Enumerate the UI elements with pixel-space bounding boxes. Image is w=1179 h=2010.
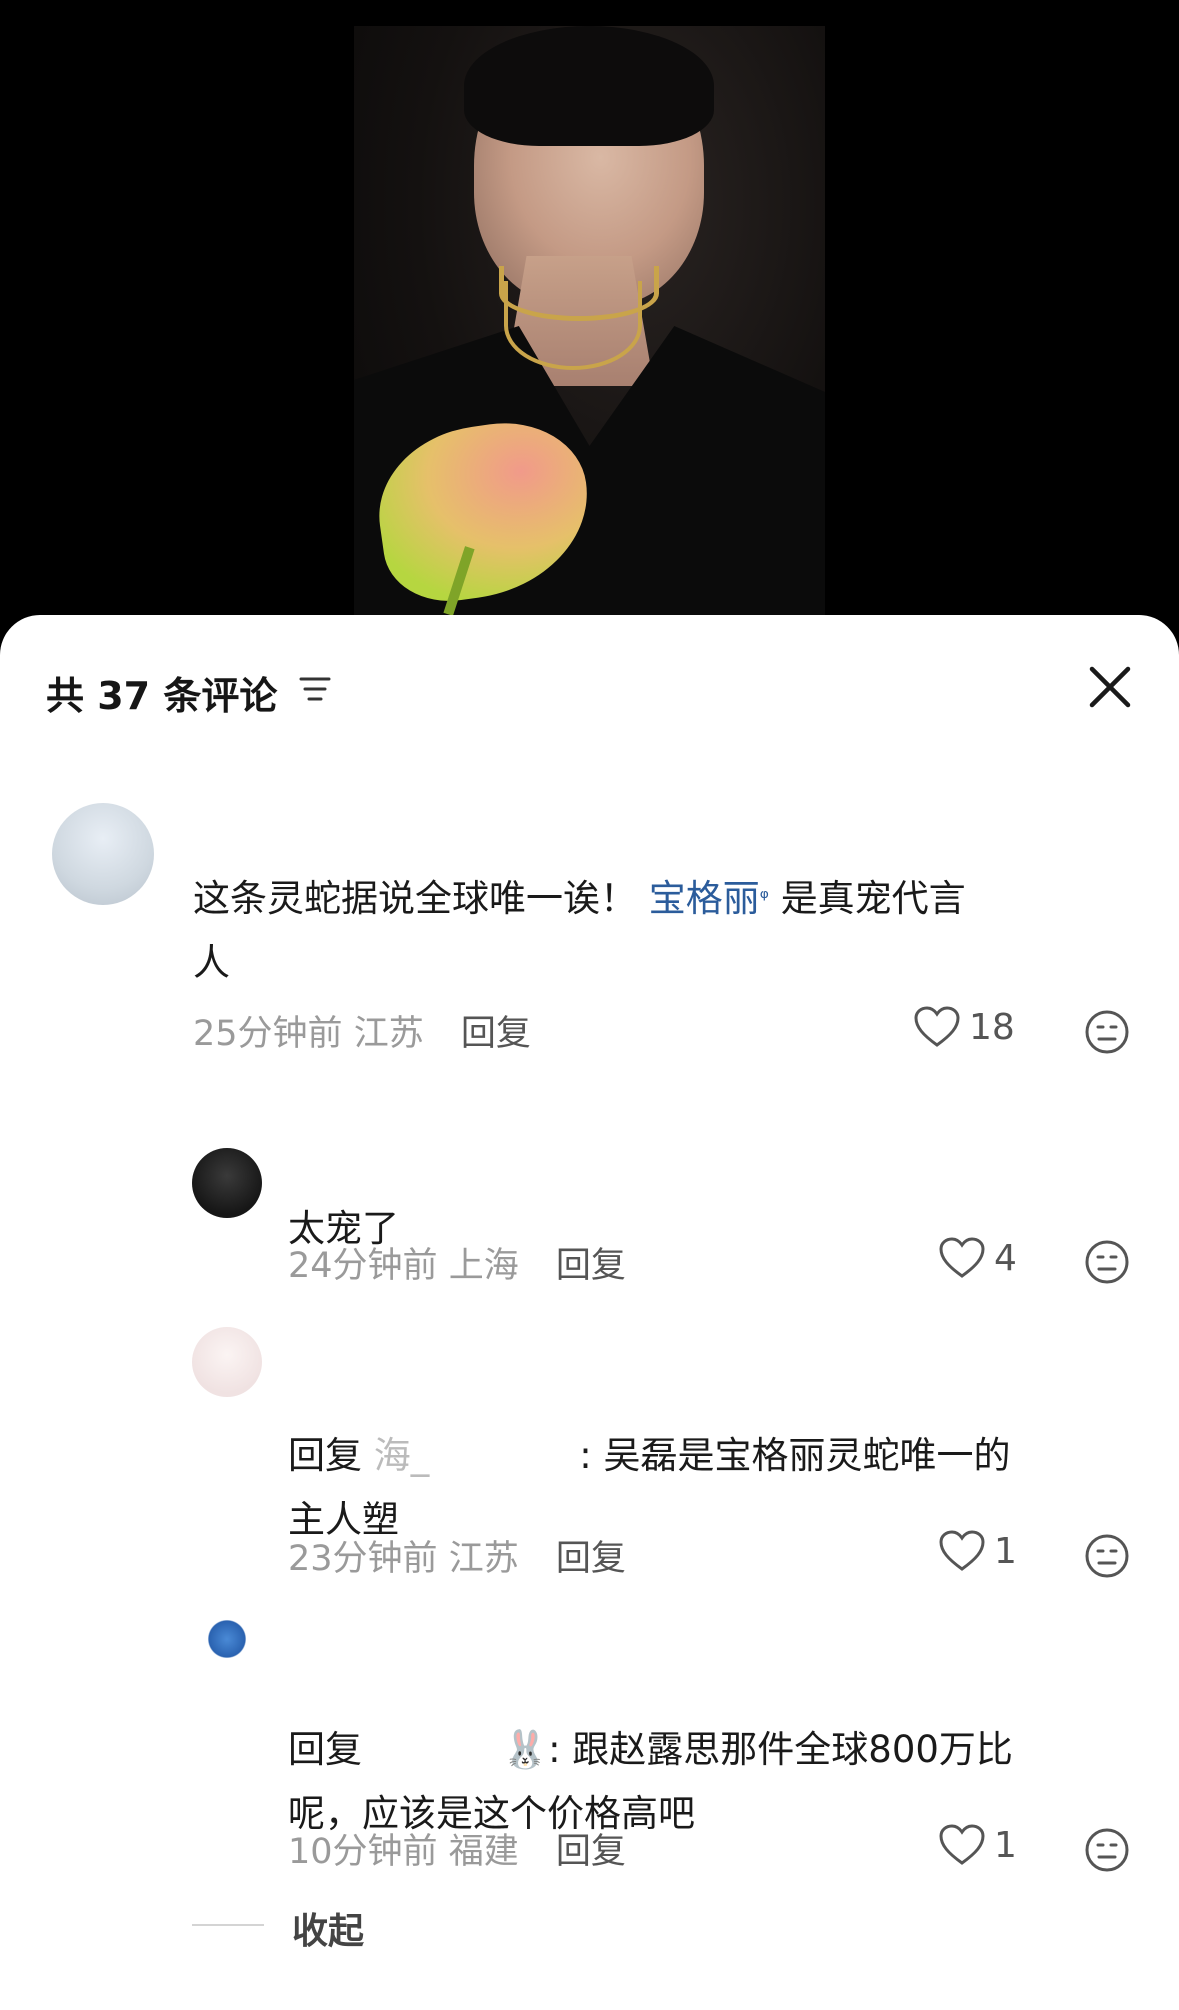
like-button[interactable]: 1 xyxy=(938,1529,1017,1573)
avatar[interactable] xyxy=(192,1327,262,1397)
like-button[interactable]: 1 xyxy=(938,1823,1017,1867)
comment-time: 24分钟前 xyxy=(288,1246,438,1286)
heart-outline-icon xyxy=(939,1530,985,1571)
close-icon[interactable] xyxy=(1082,659,1138,715)
heart-outline-icon xyxy=(939,1237,985,1278)
like-count: 4 xyxy=(994,1237,1017,1279)
reply-button[interactable]: 回复 xyxy=(461,1014,531,1054)
comment-location: 江苏 xyxy=(448,1539,519,1579)
comment-location: 上海 xyxy=(448,1246,519,1286)
meh-face-icon[interactable] xyxy=(1084,1827,1130,1873)
like-count: 1 xyxy=(994,1824,1017,1866)
like-count: 1 xyxy=(994,1530,1017,1572)
reply-button[interactable]: 回复 xyxy=(556,1539,626,1579)
heart-outline-icon xyxy=(939,1824,985,1865)
comment-meta: 10分钟前 福建 回复 xyxy=(288,1823,626,1874)
meh-face-icon[interactable] xyxy=(1084,1533,1130,1579)
comment-time: 10分钟前 xyxy=(288,1832,438,1872)
like-button[interactable]: 4 xyxy=(938,1236,1017,1280)
video-frame xyxy=(354,26,825,616)
reply-button[interactable]: 回复 xyxy=(556,1246,626,1286)
video-player[interactable] xyxy=(0,0,1179,640)
collapse-replies-button[interactable]: 收起 xyxy=(292,1902,364,1954)
avatar[interactable] xyxy=(192,1618,262,1688)
avatar[interactable] xyxy=(192,1148,262,1218)
comment-meta: 23分钟前 江苏 回复 xyxy=(288,1530,626,1581)
like-button[interactable]: 18 xyxy=(913,1005,1015,1049)
comment-meta: 25分钟前 江苏 回复 xyxy=(193,1005,531,1056)
comment-count-label: 共 37 条评论 xyxy=(46,674,278,718)
sort-lines-icon[interactable] xyxy=(297,673,333,705)
like-count: 18 xyxy=(969,1006,1015,1048)
collapse-divider xyxy=(192,1924,264,1926)
brand-link[interactable]: 宝格丽 xyxy=(649,877,760,920)
comment-meta: 24分钟前 上海 回复 xyxy=(288,1237,626,1288)
comment-location: 福建 xyxy=(448,1832,519,1872)
person-hair xyxy=(464,26,714,146)
comment-time: 25分钟前 xyxy=(193,1014,343,1054)
avatar[interactable] xyxy=(52,803,154,905)
comment-time: 23分钟前 xyxy=(288,1539,438,1579)
gold-necklace-lower xyxy=(504,281,642,370)
comment-text: 这条灵蛇据说全球唯一诶！ 宝格丽ᵠ 是真宠代言 人 xyxy=(193,877,966,984)
rabbit-emoji-icon: 🐰 xyxy=(502,1728,549,1771)
reply-to-username[interactable]: 海_ xyxy=(374,1434,430,1477)
search-icon: ᵠ xyxy=(759,886,769,911)
comment-location: 江苏 xyxy=(353,1014,424,1054)
reply-button[interactable]: 回复 xyxy=(556,1832,626,1872)
heart-outline-icon xyxy=(914,1006,960,1047)
comment-sheet: 共 37 条评论 这条灵蛇据说全球唯一诶！ 宝格丽ᵠ 是真宠代言 人 25分钟前… xyxy=(0,615,1179,2010)
meh-face-icon[interactable] xyxy=(1084,1009,1130,1055)
meh-face-icon[interactable] xyxy=(1084,1239,1130,1285)
comment-sheet-header: 共 37 条评论 xyxy=(0,615,1179,735)
